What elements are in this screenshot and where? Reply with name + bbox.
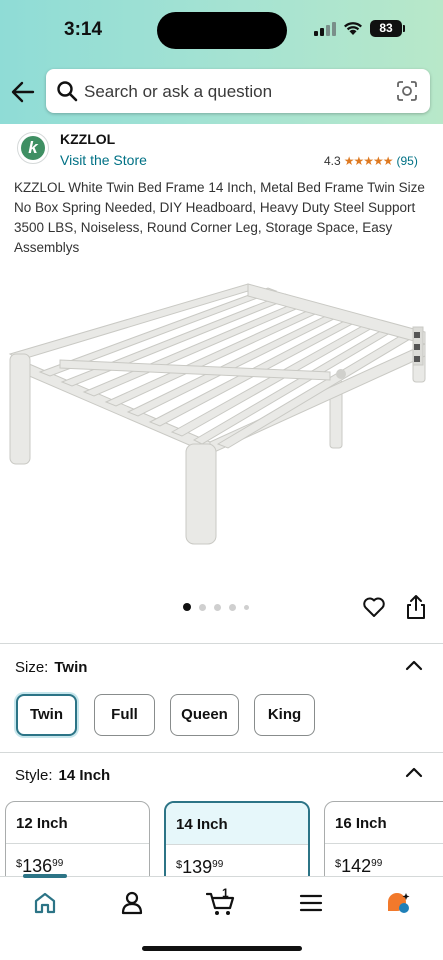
search-icon xyxy=(57,81,78,102)
carousel-dot[interactable] xyxy=(229,603,236,611)
brand-logo[interactable]: k xyxy=(17,132,49,164)
search-bar[interactable]: Search or ask a question xyxy=(46,69,430,113)
style-label: Style: 14 Inch xyxy=(15,767,110,784)
price-fraction: 99 xyxy=(212,859,224,870)
heart-icon[interactable] xyxy=(362,595,386,619)
size-option-king[interactable]: King xyxy=(254,694,315,736)
price-currency: $ xyxy=(335,858,342,870)
size-label: Size: Twin xyxy=(15,659,87,676)
style-option-name: 12 Inch xyxy=(6,802,149,844)
visit-store-link[interactable]: Visit the Store xyxy=(60,152,147,168)
carousel-dot[interactable] xyxy=(183,603,191,611)
price-fraction: 99 xyxy=(371,858,383,869)
active-tab-indicator xyxy=(23,874,67,878)
carousel-dot[interactable] xyxy=(244,604,249,610)
signal-icon xyxy=(314,22,336,36)
price-whole: 142 xyxy=(341,856,372,876)
product-image[interactable] xyxy=(0,272,443,572)
status-time: 3:14 xyxy=(64,19,103,40)
price: $14299 xyxy=(325,844,443,877)
camera-lens-icon[interactable] xyxy=(396,80,418,102)
chevron-up-icon[interactable] xyxy=(405,659,423,671)
product-title: KZZLOL White Twin Bed Frame 14 Inch, Met… xyxy=(14,180,425,255)
search-input[interactable]: Search or ask a question xyxy=(84,82,272,102)
cart-count: 1 xyxy=(222,886,229,900)
image-carousel-dots[interactable] xyxy=(183,602,249,612)
price: $13999 xyxy=(166,845,308,878)
chevron-up-icon[interactable] xyxy=(405,766,423,778)
rufus-icon[interactable] xyxy=(385,890,411,916)
brand-name: KZZLOL xyxy=(60,131,116,147)
size-label-text: Size: xyxy=(15,659,49,676)
brand-logo-letter: k xyxy=(21,136,45,160)
style-option-name: 14 Inch xyxy=(166,803,308,845)
size-option-twin[interactable]: Twin xyxy=(16,694,77,736)
carousel-dot[interactable] xyxy=(214,603,221,611)
price-fraction: 99 xyxy=(52,858,64,869)
rating[interactable]: 4.3 ★★★★★ (95) xyxy=(324,154,418,168)
price-currency: $ xyxy=(176,859,183,871)
size-selected-value: Twin xyxy=(54,659,88,676)
menu-icon[interactable] xyxy=(298,890,324,916)
share-icon[interactable] xyxy=(405,594,427,620)
price: $13699 xyxy=(6,844,149,877)
style-label-text: Style: xyxy=(15,767,53,784)
price-whole: 136 xyxy=(22,856,53,876)
home-indicator[interactable] xyxy=(142,946,302,951)
wifi-icon xyxy=(344,22,362,35)
battery-indicator: 83 xyxy=(370,20,405,37)
dynamic-island xyxy=(157,12,287,49)
cart-icon[interactable] xyxy=(206,890,236,916)
carousel-dot[interactable] xyxy=(199,603,206,611)
star-rating-icon: ★★★★★ xyxy=(343,154,394,168)
size-option-queen[interactable]: Queen xyxy=(170,694,239,736)
style-selected-value: 14 Inch xyxy=(58,767,111,784)
back-arrow-icon[interactable] xyxy=(10,79,36,105)
header: 3:14 83 Search or ask a question xyxy=(0,0,443,124)
section-divider xyxy=(0,643,443,644)
size-option-full[interactable]: Full xyxy=(94,694,155,736)
price-whole: 139 xyxy=(182,857,213,877)
style-option-name: 16 Inch xyxy=(325,802,443,844)
status-bar: 3:14 83 xyxy=(0,0,443,58)
price-currency: $ xyxy=(16,858,23,870)
section-divider xyxy=(0,752,443,753)
home-icon[interactable] xyxy=(32,890,58,916)
rating-count[interactable]: (95) xyxy=(396,154,417,168)
account-icon[interactable] xyxy=(119,890,145,916)
rating-value: 4.3 xyxy=(324,154,341,168)
